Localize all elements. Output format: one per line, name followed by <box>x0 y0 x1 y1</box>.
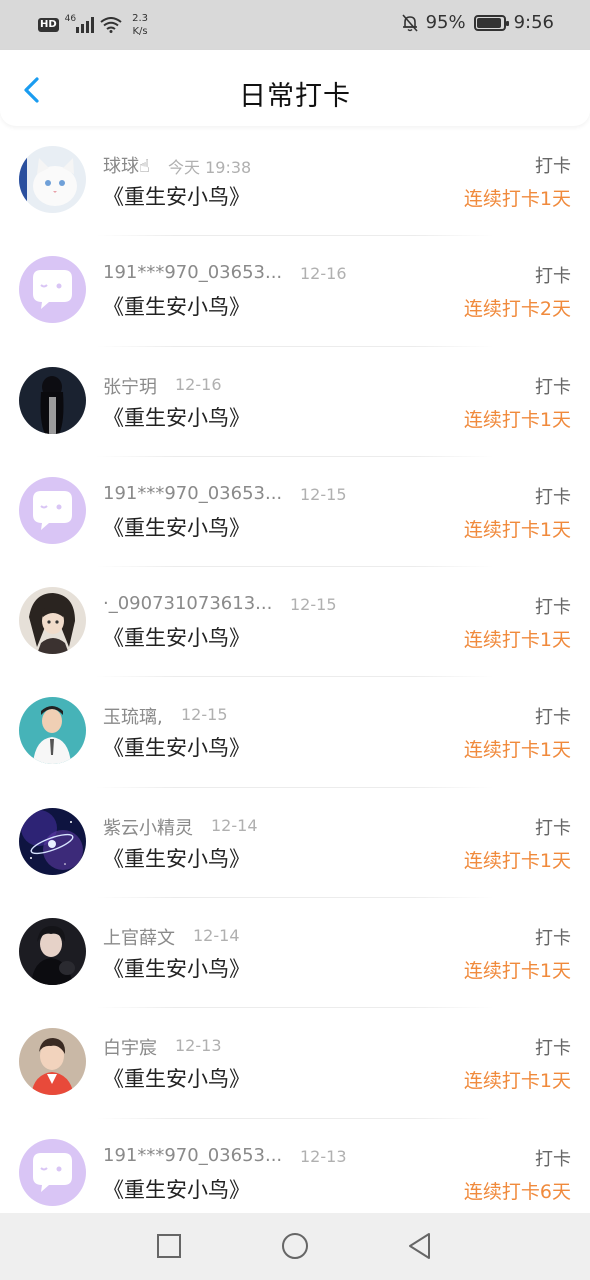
streak-label: 连续打卡1天 <box>463 408 571 431</box>
avatar[interactable] <box>19 1028 86 1096</box>
streak-label: 连续打卡1天 <box>463 518 571 541</box>
streak-label: 连续打卡6天 <box>463 1180 571 1203</box>
hd-icon: HD <box>38 18 59 32</box>
book-title: 《重生安小鸟》 <box>103 515 250 540</box>
checkin-row[interactable]: 191***970_03653... 12-16 《重生安小鸟》 打卡连续打卡2天 <box>0 236 590 347</box>
avatar[interactable] <box>19 807 86 875</box>
user-name: 191***970_03653... <box>103 1144 283 1166</box>
book-title: 《重生安小鸟》 <box>103 736 250 761</box>
checkin-date: 12-14 <box>211 815 258 835</box>
cell-signal-icon <box>76 17 95 33</box>
clock: 9:56 <box>513 12 554 33</box>
avatar[interactable] <box>19 256 86 324</box>
wifi-icon <box>100 17 122 33</box>
checkin-date: 今天 19:38 <box>168 158 252 177</box>
checkin-label: 打卡 <box>535 817 571 839</box>
checkin-label: 打卡 <box>535 1038 571 1060</box>
checkin-date: 12-16 <box>175 374 222 394</box>
checkin-label: 打卡 <box>535 486 571 508</box>
streak-label: 连续打卡2天 <box>463 298 571 321</box>
page-title: 日常打卡 <box>239 81 351 112</box>
avatar[interactable] <box>19 146 86 213</box>
checkin-list: 球球☝ 今天 19:38 《重生安小鸟》 打卡 连续打卡1天 191***970_0365… <box>0 126 590 1229</box>
streak-label: 连续打卡1天 <box>463 629 571 652</box>
streak-label: 连续打卡1天 <box>463 739 571 762</box>
recent-apps-button[interactable] <box>152 1229 186 1263</box>
book-title: 《重生安小鸟》 <box>103 957 250 982</box>
checkin-row[interactable]: 上官薛文 12-14 《重生安小鸟》 打卡连续打卡1天 <box>0 898 590 1009</box>
checkin-date: 12-13 <box>300 1146 347 1166</box>
checkin-row[interactable]: 白宇宸 12-13 《重生安小鸟》 打卡连续打卡1天 <box>0 1008 590 1119</box>
checkin-date: 12-15 <box>181 705 228 725</box>
checkin-row[interactable]: 紫云小精灵 12-14 《重生安小鸟》 打卡连续打卡1天 <box>0 788 590 899</box>
user-name: 191***970_03653... <box>103 482 283 504</box>
status-left: HD 46 2.3 K/s <box>38 12 148 38</box>
checkin-row[interactable]: 玉琉璃, 12-15 《重生安小鸟》 打卡连续打卡1天 <box>0 677 590 788</box>
book-title: 《重生安小鸟》 <box>103 295 250 320</box>
checkin-label: 打卡 <box>535 1148 571 1170</box>
checkin-row[interactable]: 球球☝ 今天 19:38 《重生安小鸟》 打卡连续打卡1天 <box>0 126 590 237</box>
back-nav-button[interactable] <box>403 1229 437 1263</box>
streak-label: 连续打卡1天 <box>463 960 571 983</box>
checkin-label: 打卡 <box>535 707 571 729</box>
book-title: 《重生安小鸟》 <box>103 1177 250 1202</box>
streak-label: 连续打卡1天 <box>463 849 571 872</box>
avatar[interactable] <box>19 476 86 544</box>
mute-bell-icon <box>401 13 418 32</box>
avatar[interactable] <box>19 697 86 765</box>
checkin-label: 打卡 <box>535 928 571 950</box>
battery-icon <box>473 14 509 31</box>
checkin-label: 打卡 <box>535 156 571 177</box>
triangle-back-icon <box>409 1233 430 1259</box>
status-bar: HD 46 2.3 K/s 95% 9:56 <box>0 0 590 50</box>
streak-label: 连续打卡1天 <box>463 188 571 210</box>
user-name: 张宁玥 <box>103 376 157 398</box>
avatar[interactable] <box>19 1138 86 1206</box>
checkin-date: 12-15 <box>290 595 337 615</box>
checkin-label: 打卡 <box>535 376 571 398</box>
network-speed: 2.3 K/s <box>132 13 149 37</box>
book-title: 《重生安小鸟》 <box>103 846 250 871</box>
checkin-row[interactable]: ·_090731073613... 12-15 《重生安小鸟》 打卡连续打卡1天 <box>0 567 590 678</box>
user-name: 上官薛文 <box>103 928 175 950</box>
square-recent-icon <box>157 1234 181 1258</box>
user-name: 玉琉璃, <box>103 707 163 729</box>
checkin-label: 打卡 <box>535 597 571 619</box>
user-name: 球球☝ <box>103 156 150 177</box>
network-type: 46 <box>64 14 77 24</box>
avatar[interactable] <box>19 366 86 434</box>
user-name: ·_090731073613... <box>103 593 273 615</box>
streak-label: 连续打卡1天 <box>463 1070 571 1093</box>
book-title: 《重生安小鸟》 <box>103 185 250 209</box>
checkin-label: 打卡 <box>535 266 571 288</box>
checkin-row[interactable]: 191***970_03653... 12-15 《重生安小鸟》 打卡连续打卡1天 <box>0 457 590 568</box>
book-title: 《重生安小鸟》 <box>103 1067 250 1092</box>
checkin-date: 12-16 <box>300 264 347 284</box>
battery-fill <box>476 17 502 28</box>
status-right: 95% 9:56 <box>401 12 554 33</box>
system-nav-bar <box>0 1213 590 1280</box>
finger-emoji-icon: ☝ <box>139 156 150 177</box>
app-header: 日常打卡 <box>0 50 590 126</box>
avatar[interactable] <box>19 587 86 655</box>
avatar[interactable] <box>19 918 86 986</box>
checkin-date: 12-14 <box>193 926 240 946</box>
user-name: 191***970_03653... <box>103 262 283 284</box>
user-name: 紫云小精灵 <box>103 817 193 839</box>
circle-home-icon <box>282 1233 308 1259</box>
battery-percent: 95% <box>425 12 466 33</box>
book-title: 《重生安小鸟》 <box>103 626 250 651</box>
checkin-date: 12-15 <box>300 484 347 504</box>
checkin-row[interactable]: 张宁玥 12-16 《重生安小鸟》 打卡连续打卡1天 <box>0 347 590 457</box>
checkin-date: 12-13 <box>175 1036 222 1056</box>
user-name: 白宇宸 <box>103 1038 157 1060</box>
book-title: 《重生安小鸟》 <box>103 405 250 430</box>
home-button[interactable] <box>278 1229 312 1263</box>
